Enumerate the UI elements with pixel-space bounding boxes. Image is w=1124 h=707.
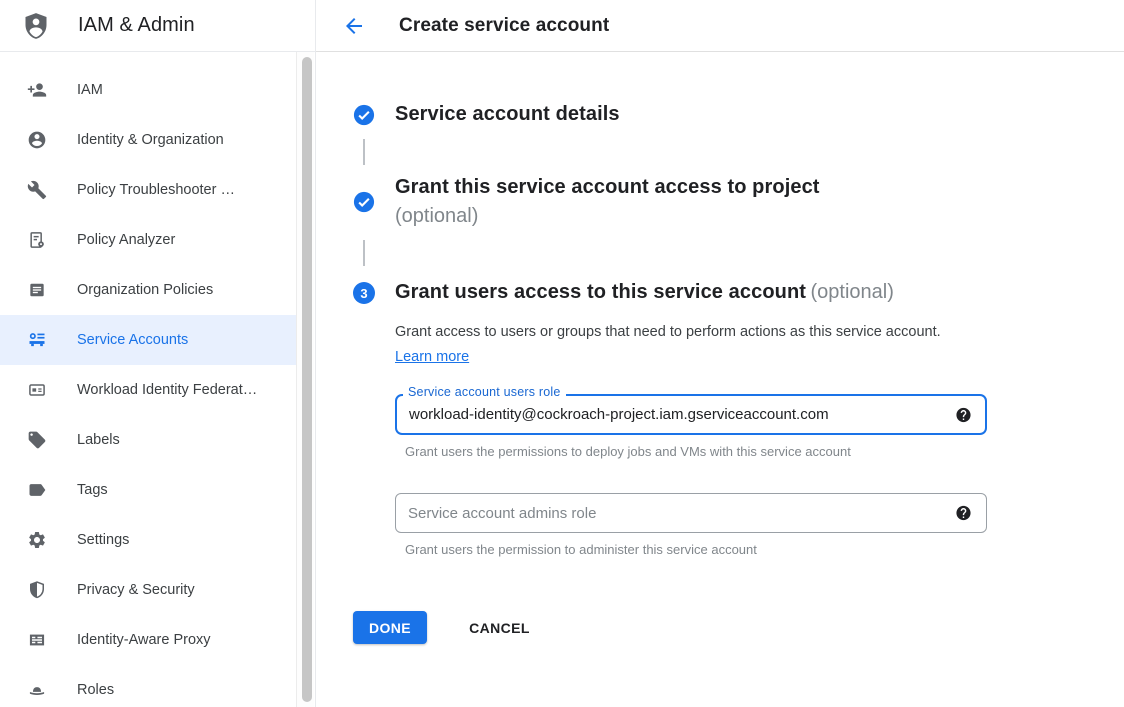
page-header: Create service account (316, 0, 1124, 52)
sidebar-item-label: Labels (77, 432, 120, 448)
help-icon[interactable] (955, 505, 972, 522)
person-add-icon (27, 80, 47, 100)
cancel-button[interactable]: CANCEL (461, 611, 538, 644)
sidebar-item-label: Settings (77, 532, 129, 548)
step-1-service-account-details: Service account details (353, 100, 1124, 130)
sidebar-item-tags[interactable]: Tags (0, 465, 297, 515)
step-2-check-icon (353, 191, 375, 213)
step-1-check-icon (353, 104, 375, 126)
sidebar-item-service-accounts[interactable]: Service Accounts (0, 315, 297, 365)
sidebar-item-label: Privacy & Security (77, 582, 195, 598)
sidebar-item-labels[interactable]: Labels (0, 415, 297, 465)
admins-role-field (395, 493, 987, 533)
list-doc-icon (27, 280, 47, 300)
iam-shield-person-icon (21, 11, 51, 41)
users-role-helper-text: Grant users the permissions to deploy jo… (405, 444, 1124, 459)
label-arrow-icon (27, 480, 47, 500)
sidebar-scrollbar-thumb[interactable] (302, 57, 312, 702)
arrow-back-icon (342, 14, 366, 38)
sidebar-item-iam[interactable]: IAM (0, 65, 297, 115)
sidebar-item-identity-organization[interactable]: Identity & Organization (0, 115, 297, 165)
sidebar-item-label: Tags (77, 482, 108, 498)
users-role-input[interactable] (395, 394, 987, 435)
sidebar-item-workload-identity-federat[interactable]: Workload Identity Federat… (0, 365, 297, 415)
users-role-field: Service account users role (395, 394, 987, 435)
sidebar-nav: IAM Identity & Organization Policy Troub… (0, 52, 297, 707)
doc-gear-icon (27, 230, 47, 250)
step-3-optional-label: (optional) (811, 281, 894, 303)
step-3-number-badge: 3 (353, 282, 375, 304)
sidebar-item-organization-policies[interactable]: Organization Policies (0, 265, 297, 315)
sidebar-item-label: Service Accounts (77, 332, 188, 348)
sidebar-item-label: Policy Analyzer (77, 232, 175, 248)
sidebar-item-settings[interactable]: Settings (0, 515, 297, 565)
sidebar-item-privacy-security[interactable]: Privacy & Security (0, 565, 297, 615)
page-title: Create service account (399, 15, 609, 37)
learn-more-link[interactable]: Learn more (395, 349, 469, 365)
proxy-icon (27, 630, 47, 650)
tag-icon (27, 430, 47, 450)
done-button[interactable]: DONE (353, 611, 427, 644)
description-text: Grant access to users or groups that nee… (395, 324, 941, 340)
step-2-grant-access-to-project: Grant this service account access to pro… (353, 173, 1124, 231)
sidebar-scrollbar-track (296, 52, 314, 707)
gcp-console: IAM & Admin IAM Identity & Organization … (0, 0, 1124, 707)
gear-icon (27, 530, 47, 550)
sidebar-header: IAM & Admin (0, 0, 315, 52)
service-account-icon (27, 330, 47, 350)
sidebar-item-label: Identity & Organization (77, 132, 224, 148)
back-button[interactable] (342, 14, 366, 38)
sidebar-item-label: Identity-Aware Proxy (77, 632, 211, 648)
sidebar-item-label: IAM (77, 82, 103, 98)
wrench-icon (27, 180, 47, 200)
sidebar-item-label: Workload Identity Federat… (77, 382, 257, 398)
step-2-title: Grant this service account access to pro… (395, 173, 820, 202)
sidebar-item-identity-aware-proxy[interactable]: Identity-Aware Proxy (0, 615, 297, 665)
admins-role-helper-text: Grant users the permission to administer… (405, 542, 1124, 557)
sidebar-item-roles[interactable]: Roles (0, 665, 297, 707)
person-circle-icon (27, 130, 47, 150)
sidebar-item-label: Organization Policies (77, 282, 213, 298)
users-role-label: Service account users role (403, 385, 566, 399)
sidebar-item-label: Roles (77, 682, 114, 698)
sidebar-title: IAM & Admin (78, 14, 195, 37)
step-2-optional-label: (optional) (395, 202, 820, 231)
step-3-description: Grant access to users or groups that nee… (395, 320, 957, 370)
sidebar-item-policy-troubleshooter[interactable]: Policy Troubleshooter … (0, 165, 297, 215)
wizard: Service account details Grant this servi… (316, 52, 1124, 644)
help-icon[interactable] (955, 406, 972, 423)
id-card-icon (27, 380, 47, 400)
step-3-title: Grant users access to this service accou… (395, 281, 806, 303)
hat-icon (27, 680, 47, 700)
sidebar-item-label: Policy Troubleshooter … (77, 182, 235, 198)
iam-admin-sidebar: IAM & Admin IAM Identity & Organization … (0, 0, 316, 707)
half-shield-icon (27, 580, 47, 600)
step-connector (363, 139, 365, 165)
step-1-title: Service account details (395, 103, 620, 125)
sidebar-item-policy-analyzer[interactable]: Policy Analyzer (0, 215, 297, 265)
step-connector (363, 240, 365, 266)
main-panel: Create service account Service account d… (316, 0, 1124, 707)
admins-role-input[interactable] (395, 493, 987, 533)
step-3-grant-users-access: 3 Grant users access to this service acc… (353, 278, 1124, 308)
